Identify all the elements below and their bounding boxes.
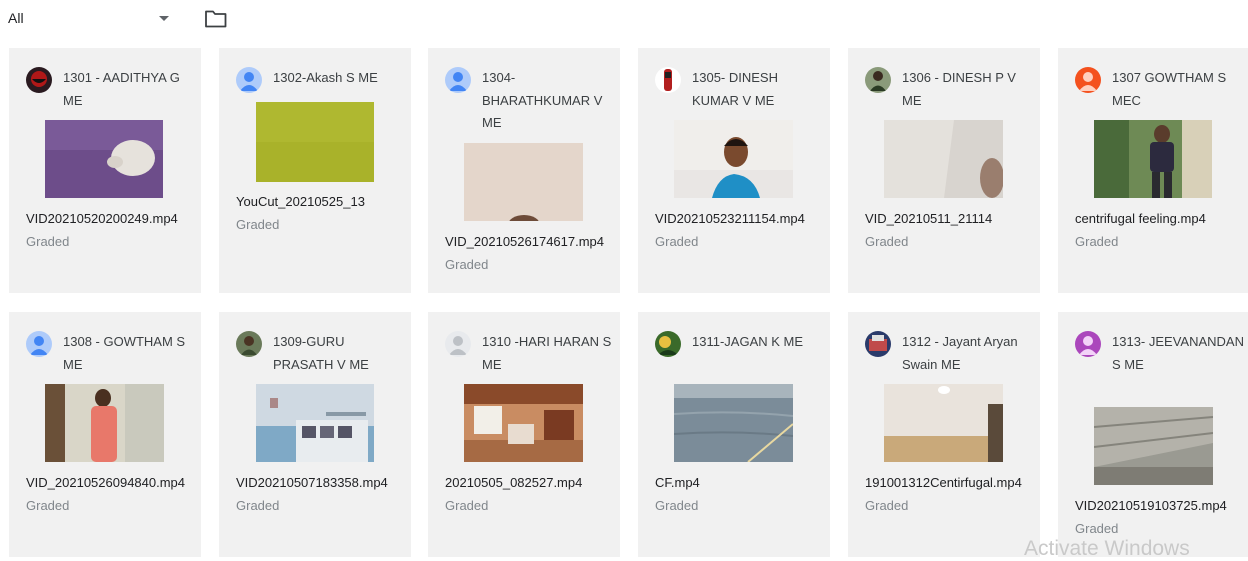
activate-windows-watermark: Activate Windows: [1024, 537, 1190, 560]
toolbar: All: [0, 0, 1248, 40]
video-thumbnail[interactable]: [674, 120, 793, 198]
grade-status: Graded: [236, 498, 280, 513]
video-thumbnail[interactable]: [256, 384, 374, 462]
folder-icon[interactable]: [204, 9, 228, 29]
student-avatar: [865, 67, 891, 93]
video-thumbnail[interactable]: [45, 384, 164, 462]
video-thumbnail[interactable]: [674, 384, 793, 462]
video-thumbnail[interactable]: [256, 102, 374, 182]
student-avatar: [655, 67, 681, 93]
file-name[interactable]: VID20210519103725.mp4: [1075, 498, 1240, 513]
student-avatar: [865, 331, 891, 357]
student-name: 1309-GURU PRASATH V ME: [273, 334, 369, 372]
submission-card[interactable]: 1307 GOWTHAM S MEC centrifugal feeling.m…: [1058, 48, 1248, 293]
grade-status: Graded: [1075, 521, 1119, 536]
file-name[interactable]: VID20210507183358.mp4: [236, 475, 401, 490]
grade-status: Graded: [236, 217, 280, 232]
student-avatar: [1075, 331, 1101, 357]
submission-card[interactable]: 1308 - GOWTHAM S ME VID_20210526094840.m…: [9, 312, 201, 557]
chevron-down-icon: [159, 16, 169, 21]
student-name: 1312 - Jayant Aryan Swain ME: [902, 334, 1018, 372]
video-thumbnail[interactable]: [1094, 120, 1212, 198]
file-name[interactable]: VID_20210526174617.mp4: [445, 234, 610, 249]
video-thumbnail[interactable]: [1094, 407, 1213, 485]
student-name: 1304-BHARATHKUMAR V ME: [482, 70, 603, 130]
student-avatar: [445, 67, 471, 93]
video-thumbnail[interactable]: [884, 120, 1003, 198]
submission-card[interactable]: 1313- JEEVANANDAN S ME VID20210519103725…: [1058, 312, 1248, 557]
student-avatar: [236, 331, 262, 357]
student-avatar: [26, 331, 52, 357]
student-name: 1310 -HARI HARAN S ME: [482, 334, 612, 372]
file-name[interactable]: centrifugal feeling.mp4: [1075, 211, 1240, 226]
grade-status: Graded: [655, 498, 699, 513]
student-avatar: [26, 67, 52, 93]
student-avatar: [445, 331, 471, 357]
video-thumbnail[interactable]: [464, 384, 583, 462]
submission-card[interactable]: 1305- DINESH KUMAR V ME VID2021052321115…: [638, 48, 830, 293]
submission-card[interactable]: 1309-GURU PRASATH V ME VID20210507183358…: [219, 312, 411, 557]
grade-status: Graded: [26, 234, 70, 249]
filter-dropdown[interactable]: All: [8, 8, 173, 30]
student-avatar: [655, 331, 681, 357]
video-thumbnail[interactable]: [45, 120, 163, 198]
student-name: 1307 GOWTHAM S MEC: [1112, 70, 1227, 108]
grade-status: Graded: [445, 498, 489, 513]
submission-card[interactable]: 1312 - Jayant Aryan Swain ME 191001312Ce…: [848, 312, 1040, 557]
video-thumbnail[interactable]: [884, 384, 1003, 462]
student-name: 1311-JAGAN K ME: [692, 334, 804, 349]
submission-card[interactable]: 1306 - DINESH P V ME VID_20210511_21114 …: [848, 48, 1040, 293]
student-name: 1305- DINESH KUMAR V ME: [692, 70, 778, 108]
grade-status: Graded: [655, 234, 699, 249]
student-name: 1313- JEEVANANDAN S ME: [1112, 334, 1244, 372]
submission-card[interactable]: 1301 - AADITHYA G ME VID20210520200249.m…: [9, 48, 201, 293]
student-name: 1308 - GOWTHAM S ME: [63, 334, 186, 372]
grade-status: Graded: [865, 498, 909, 513]
video-thumbnail[interactable]: [464, 143, 583, 221]
grade-status: Graded: [1075, 234, 1119, 249]
student-avatar: [1075, 67, 1101, 93]
file-name[interactable]: VID_20210511_21114: [865, 211, 1030, 226]
file-name[interactable]: 20210505_082527.mp4: [445, 475, 610, 490]
student-name: 1302-Akash S ME: [273, 70, 378, 85]
student-avatar: [236, 67, 262, 93]
grade-status: Graded: [865, 234, 909, 249]
submission-card[interactable]: 1310 -HARI HARAN S ME 20210505_082527.mp…: [428, 312, 620, 557]
student-name: 1301 - AADITHYA G ME: [63, 70, 180, 108]
submission-card[interactable]: 1304-BHARATHKUMAR V ME VID_2021052617461…: [428, 48, 620, 293]
file-name[interactable]: YouCut_20210525_13: [236, 194, 401, 209]
file-name[interactable]: VID_20210526094840.mp4: [26, 475, 191, 490]
file-name[interactable]: VID20210523211154.mp4: [655, 211, 820, 226]
filter-value: All: [8, 10, 24, 26]
submission-card[interactable]: 1302-Akash S ME YouCut_20210525_13 Grade…: [219, 48, 411, 293]
file-name[interactable]: 191001312Centirfugal.mp4: [865, 475, 1030, 490]
file-name[interactable]: VID20210520200249.mp4: [26, 211, 191, 226]
submission-card[interactable]: 1311-JAGAN K ME CF.mp4 Graded: [638, 312, 830, 557]
file-name[interactable]: CF.mp4: [655, 475, 820, 490]
grade-status: Graded: [445, 257, 489, 272]
grade-status: Graded: [26, 498, 70, 513]
student-name: 1306 - DINESH P V ME: [902, 70, 1016, 108]
